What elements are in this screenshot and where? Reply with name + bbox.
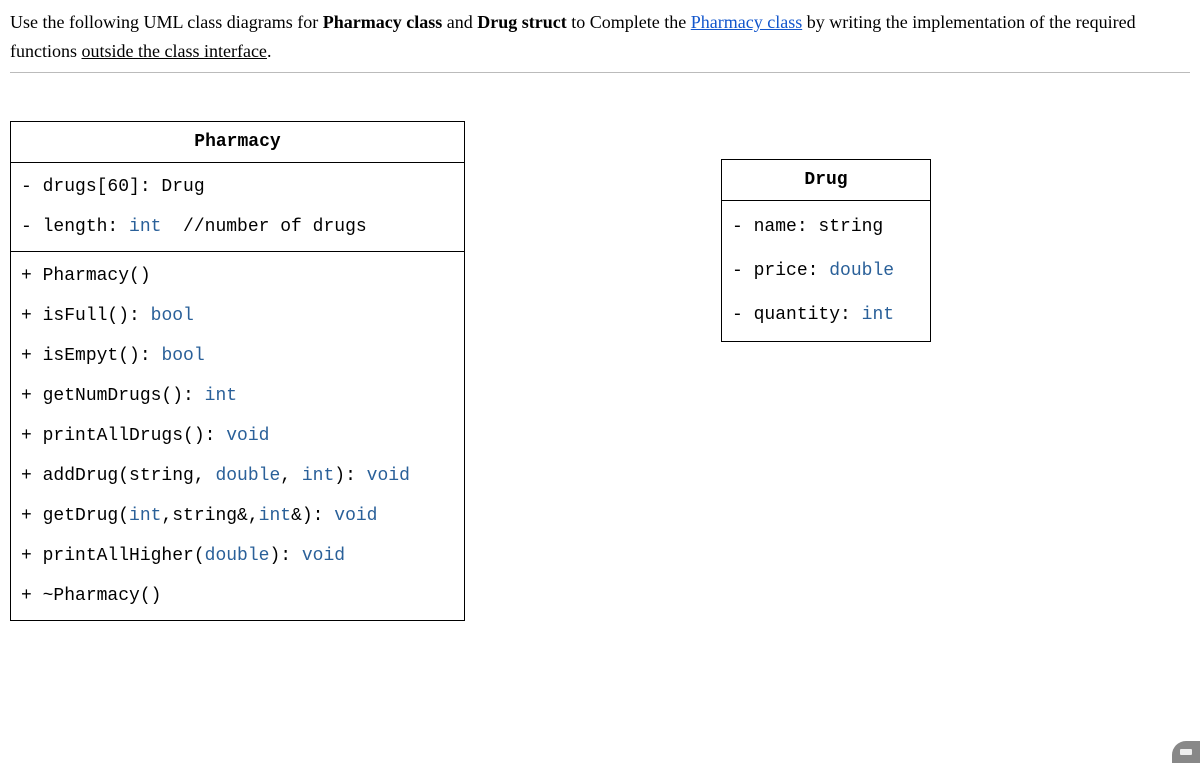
instr-end: .: [267, 41, 272, 61]
pharmacy-attr-row: - drugs[60]: Drug: [11, 167, 464, 207]
pharmacy-op-row: + addDrug(string, double, int): void: [11, 456, 464, 496]
drug-attr-row: - price: double: [722, 249, 930, 293]
pharmacy-op-row: + ~Pharmacy(): [11, 576, 464, 616]
pharmacy-operations-section: + Pharmacy() + isFull(): bool + isEmpyt(…: [11, 252, 464, 620]
horizontal-rule: [10, 72, 1190, 73]
drug-attr-row: - quantity: int: [722, 293, 930, 337]
instr-mid2: to Complete the: [567, 12, 691, 32]
instruction-text: Use the following UML class diagrams for…: [10, 8, 1190, 66]
pharmacy-op-row: + isEmpyt(): bool: [11, 336, 464, 376]
instr-bold2: Drug struct: [477, 12, 566, 32]
pharmacy-attr-row: - length: int //number of drugs: [11, 207, 464, 247]
pharmacy-op-row: + Pharmacy(): [11, 256, 464, 296]
uml-diagrams-container: Pharmacy - drugs[60]: Drug - length: int…: [10, 121, 1190, 621]
pharmacy-op-row: + printAllHigher(double): void: [11, 536, 464, 576]
instr-bold1: Pharmacy class: [323, 12, 442, 32]
instr-underline: outside the class interface: [82, 41, 267, 61]
pharmacy-op-row: + getNumDrugs(): int: [11, 376, 464, 416]
drug-attr-row: - name: string: [722, 205, 930, 249]
pharmacy-attributes-section: - drugs[60]: Drug - length: int //number…: [11, 163, 464, 252]
drug-title: Drug: [722, 160, 930, 201]
corner-widget[interactable]: [1172, 741, 1200, 763]
instr-mid1: and: [442, 12, 477, 32]
pharmacy-op-row: + printAllDrugs(): void: [11, 416, 464, 456]
pharmacy-class-link[interactable]: Pharmacy class: [691, 12, 802, 32]
drug-uml-box: Drug - name: string - price: double - qu…: [721, 159, 931, 342]
pharmacy-op-row: + getDrug(int,string&,int&): void: [11, 496, 464, 536]
pharmacy-uml-box: Pharmacy - drugs[60]: Drug - length: int…: [10, 121, 465, 621]
widget-dots-icon: [1180, 749, 1192, 755]
pharmacy-title: Pharmacy: [11, 122, 464, 163]
pharmacy-op-row: + isFull(): bool: [11, 296, 464, 336]
instr-pre: Use the following UML class diagrams for: [10, 12, 323, 32]
drug-attributes-section: - name: string - price: double - quantit…: [722, 201, 930, 341]
